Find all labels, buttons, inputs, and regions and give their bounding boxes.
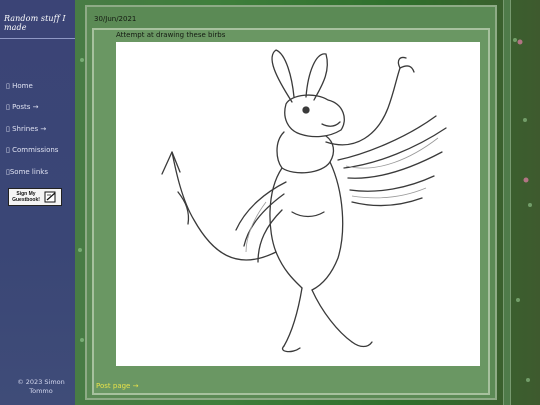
nav-item-label: Home bbox=[12, 82, 33, 90]
nav-item-some-links[interactable]: ▯Some links bbox=[6, 168, 48, 176]
scrollbar[interactable] bbox=[503, 0, 511, 405]
door-icon: ▯ bbox=[6, 146, 10, 154]
post-image bbox=[116, 42, 480, 366]
nav-item-label: Commissions bbox=[12, 146, 59, 154]
post-page-link[interactable]: Post page → bbox=[96, 382, 138, 390]
nav-item-label: Some links bbox=[9, 168, 48, 176]
creature-sketch bbox=[161, 49, 447, 353]
post-date: 30/Jun/2021 bbox=[94, 15, 137, 23]
sidebar: Random stuff I made ▯ Home ▯ Posts → ▯ S… bbox=[0, 0, 75, 405]
door-icon: ▯ bbox=[6, 103, 10, 111]
door-icon: ▯ bbox=[6, 82, 10, 90]
nav-item-label: Posts → bbox=[12, 103, 39, 111]
nav-item-posts[interactable]: ▯ Posts → bbox=[6, 103, 38, 111]
site-title[interactable]: Random stuff I made bbox=[4, 14, 75, 32]
nav-item-shrines[interactable]: ▯ Shrines → bbox=[6, 125, 46, 133]
nav-item-commissions[interactable]: ▯ Commissions bbox=[6, 146, 58, 154]
title-divider bbox=[0, 38, 75, 39]
door-icon: ▯ bbox=[6, 125, 10, 133]
guestbook-button[interactable]: Sign My Guestbook! bbox=[8, 188, 62, 206]
guestbook-label: Sign My Guestbook! bbox=[12, 191, 40, 203]
nav-item-label: Shrines → bbox=[12, 125, 47, 133]
guestbook-pencil-icon bbox=[44, 191, 56, 203]
post-caption: Attempt at drawing these birbs bbox=[116, 31, 226, 39]
nav-item-home[interactable]: ▯ Home bbox=[6, 82, 33, 90]
footer-copyright: © 2023 Simon Tommo bbox=[17, 378, 65, 395]
